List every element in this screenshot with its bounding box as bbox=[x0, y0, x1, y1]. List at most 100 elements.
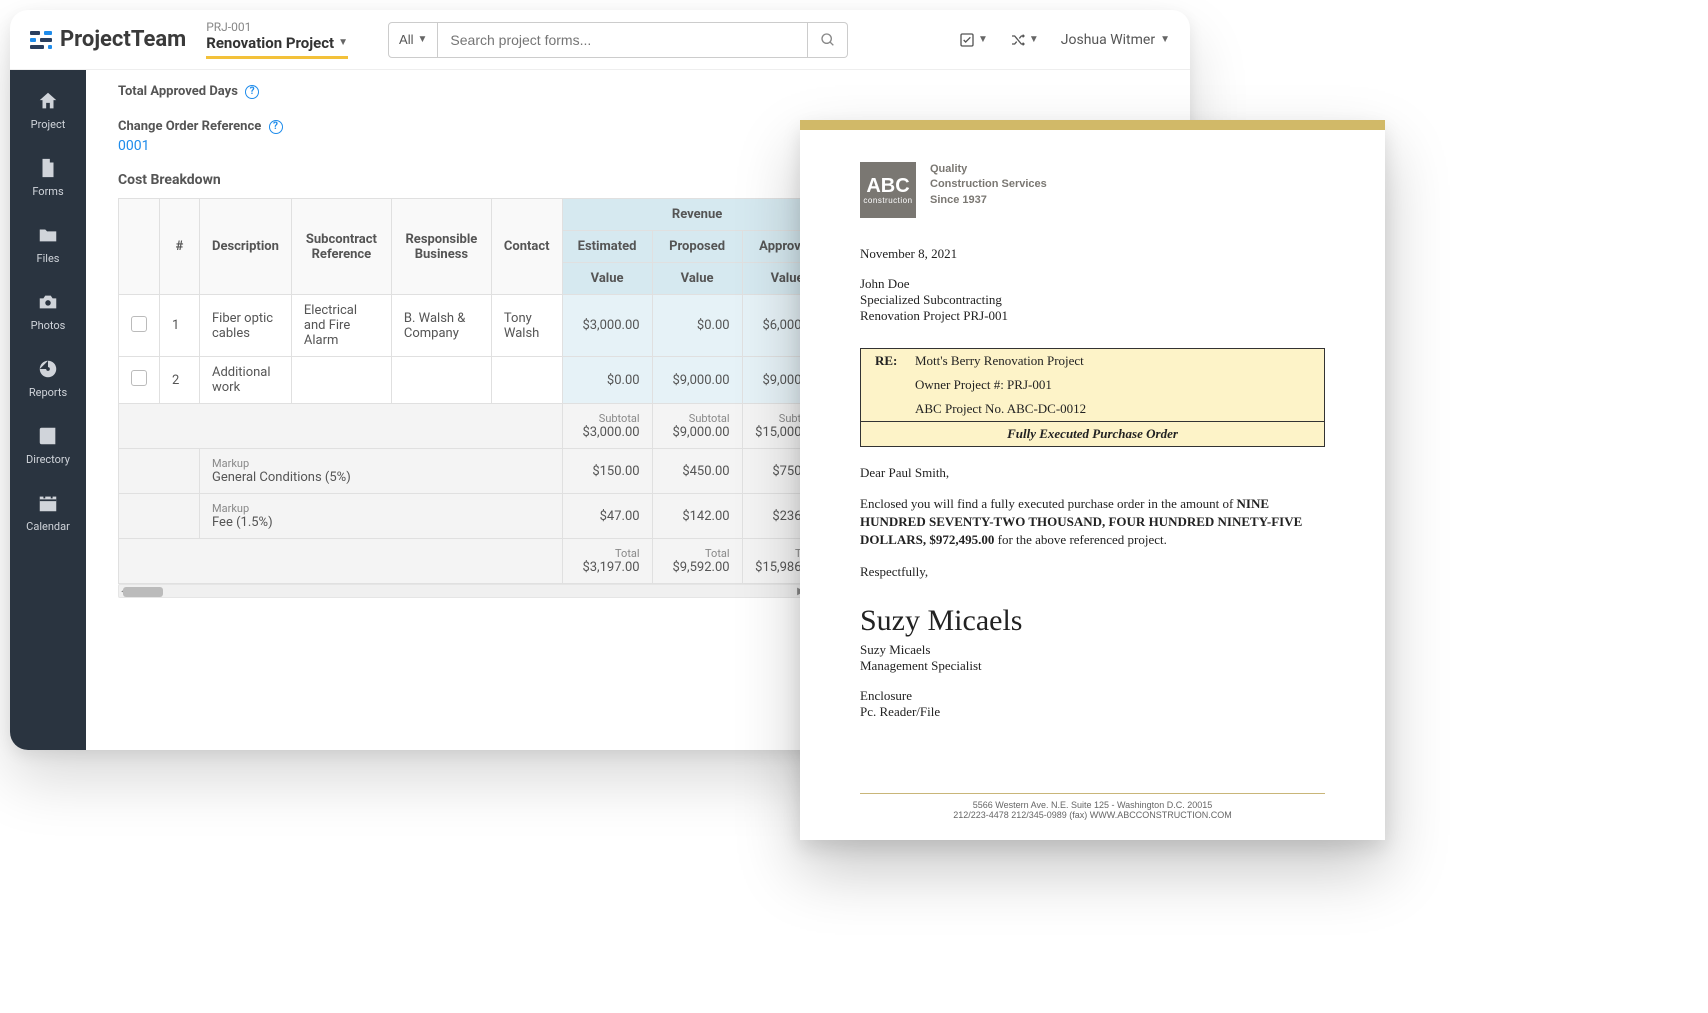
sidebar-item-photos[interactable]: Photos bbox=[31, 291, 66, 332]
cell-subcontract: Electrical and Fire Alarm bbox=[291, 295, 391, 357]
cell-contact bbox=[491, 357, 562, 404]
cell-description: Fiber optic cables bbox=[200, 295, 292, 357]
scroll-thumb[interactable] bbox=[123, 587, 163, 597]
chevron-down-icon: ▼ bbox=[338, 37, 348, 49]
sidebar-item-label: Project bbox=[31, 118, 66, 131]
search-icon bbox=[820, 32, 836, 48]
help-icon[interactable]: ? bbox=[245, 85, 259, 99]
subtotal-proposed: Subtotal$9,000.00 bbox=[652, 404, 742, 449]
sidebar-item-reports[interactable]: Reports bbox=[29, 358, 67, 399]
folder-icon bbox=[37, 224, 59, 246]
table-header-estimated: Estimated bbox=[562, 231, 652, 263]
cell-estimated: $3,000.00 bbox=[562, 295, 652, 357]
table-header-checkbox bbox=[119, 199, 160, 295]
cell-subcontract bbox=[291, 357, 391, 404]
subtotal-estimated: Subtotal$3,000.00 bbox=[562, 404, 652, 449]
table-header-description: Description bbox=[200, 199, 292, 295]
search-group: All ▼ bbox=[388, 22, 848, 58]
letter-closing: Respectfully, bbox=[860, 564, 1325, 580]
cell-description: Additional work bbox=[200, 357, 292, 404]
letter-document: ABC construction Quality Construction Se… bbox=[800, 120, 1385, 840]
table-header-value: Value bbox=[652, 263, 742, 295]
sidebar-item-label: Directory bbox=[26, 453, 70, 466]
shuffle-dropdown[interactable]: ▼ bbox=[1010, 32, 1039, 48]
letter-signature: Suzy Micaels bbox=[860, 604, 1325, 638]
table-header-subcontract: Subcontract Reference bbox=[291, 199, 391, 295]
letter-header: ABC construction Quality Construction Se… bbox=[860, 162, 1325, 218]
user-dropdown[interactable]: Joshua Witmer ▼ bbox=[1061, 32, 1170, 48]
sidebar-item-forms[interactable]: Forms bbox=[32, 157, 63, 198]
sidebar-item-files[interactable]: Files bbox=[37, 224, 60, 265]
letter-recipient: John Doe Specialized Subcontracting Reno… bbox=[860, 276, 1325, 324]
letter-re-title: Fully Executed Purchase Order bbox=[861, 421, 1324, 446]
total-estimated: Total$3,197.00 bbox=[562, 539, 652, 584]
table-header-responsible: Responsible Business bbox=[391, 199, 491, 295]
camera-icon bbox=[37, 291, 59, 313]
calendar-icon bbox=[37, 492, 59, 514]
sidebar-item-project[interactable]: Project bbox=[31, 90, 66, 131]
file-icon bbox=[37, 157, 59, 179]
total-proposed: Total$9,592.00 bbox=[652, 539, 742, 584]
row-checkbox[interactable] bbox=[131, 316, 147, 332]
sidebar-item-label: Files bbox=[37, 252, 60, 265]
sidebar: Project Forms Files Photos Reports Direc… bbox=[10, 70, 86, 750]
cell-num: 2 bbox=[160, 357, 200, 404]
project-id: PRJ-001 bbox=[206, 20, 348, 34]
check-square-icon bbox=[959, 32, 975, 48]
letter-date: November 8, 2021 bbox=[860, 246, 1325, 262]
filter-dropdown[interactable]: All ▼ bbox=[388, 22, 438, 58]
table-header-contact: Contact bbox=[491, 199, 562, 295]
sidebar-item-label: Forms bbox=[32, 185, 63, 198]
chevron-down-icon: ▼ bbox=[418, 34, 428, 45]
checklist-dropdown[interactable]: ▼ bbox=[959, 32, 988, 48]
letter-footer: 5566 Western Ave. N.E. Suite 125 - Washi… bbox=[860, 793, 1325, 820]
markup-estimated: $150.00 bbox=[562, 449, 652, 494]
home-icon bbox=[37, 90, 59, 112]
app-header: ProjectTeam PRJ-001 Renovation Project ▼… bbox=[10, 10, 1190, 70]
table-header-num: # bbox=[160, 199, 200, 295]
letter-signer-name: Suzy Micaels bbox=[860, 642, 1325, 658]
project-name: Renovation Project ▼ bbox=[206, 34, 348, 52]
letter-enclosure: Enclosure bbox=[860, 688, 1325, 704]
header-right: ▼ ▼ Joshua Witmer ▼ bbox=[959, 32, 1170, 48]
sidebar-item-label: Reports bbox=[29, 386, 67, 399]
total-approved-days-label: Total Approved Days ? bbox=[118, 84, 1190, 99]
chevron-down-icon: ▼ bbox=[1029, 34, 1039, 45]
markup-estimated: $47.00 bbox=[562, 494, 652, 539]
markup-label: MarkupFee (1.5%) bbox=[200, 494, 563, 539]
abc-logo: ABC construction bbox=[860, 162, 916, 218]
letter-body: Enclosed you will find a fully executed … bbox=[860, 495, 1325, 550]
logo-icon bbox=[30, 29, 52, 51]
letter-cc: Pc. Reader/File bbox=[860, 704, 1325, 720]
horizontal-scrollbar[interactable]: ◀ ▶ bbox=[118, 584, 808, 598]
table-header-value: Value bbox=[562, 263, 652, 295]
project-selector[interactable]: PRJ-001 Renovation Project ▼ bbox=[206, 20, 348, 59]
letter-signer-title: Management Specialist bbox=[860, 658, 1325, 674]
dashboard-icon bbox=[37, 358, 59, 380]
markup-proposed: $142.00 bbox=[652, 494, 742, 539]
logo[interactable]: ProjectTeam bbox=[30, 27, 186, 52]
letter-greeting: Dear Paul Smith, bbox=[860, 465, 1325, 481]
sidebar-item-calendar[interactable]: Calendar bbox=[26, 492, 70, 533]
search-input[interactable] bbox=[438, 22, 808, 58]
chevron-down-icon: ▼ bbox=[978, 34, 988, 45]
markup-proposed: $450.00 bbox=[652, 449, 742, 494]
company-tagline: Quality Construction Services Since 1937 bbox=[930, 162, 1047, 208]
cell-contact: Tony Walsh bbox=[491, 295, 562, 357]
cell-responsible bbox=[391, 357, 491, 404]
cell-responsible: B. Walsh & Company bbox=[391, 295, 491, 357]
sidebar-item-label: Calendar bbox=[26, 520, 70, 533]
cell-proposed: $0.00 bbox=[652, 295, 742, 357]
table-header-proposed: Proposed bbox=[652, 231, 742, 263]
logo-text: ProjectTeam bbox=[60, 27, 186, 52]
help-icon[interactable]: ? bbox=[269, 120, 283, 134]
search-button[interactable] bbox=[808, 22, 848, 58]
sidebar-item-directory[interactable]: Directory bbox=[26, 425, 70, 466]
row-checkbox[interactable] bbox=[131, 370, 147, 386]
book-icon bbox=[37, 425, 59, 447]
cell-estimated: $0.00 bbox=[562, 357, 652, 404]
chevron-down-icon: ▼ bbox=[1160, 34, 1170, 45]
shuffle-icon bbox=[1010, 32, 1026, 48]
change-order-ref-link[interactable]: 0001 bbox=[118, 138, 149, 154]
letter-re-box: RE:Mott's Berry Renovation Project Owner… bbox=[860, 348, 1325, 447]
